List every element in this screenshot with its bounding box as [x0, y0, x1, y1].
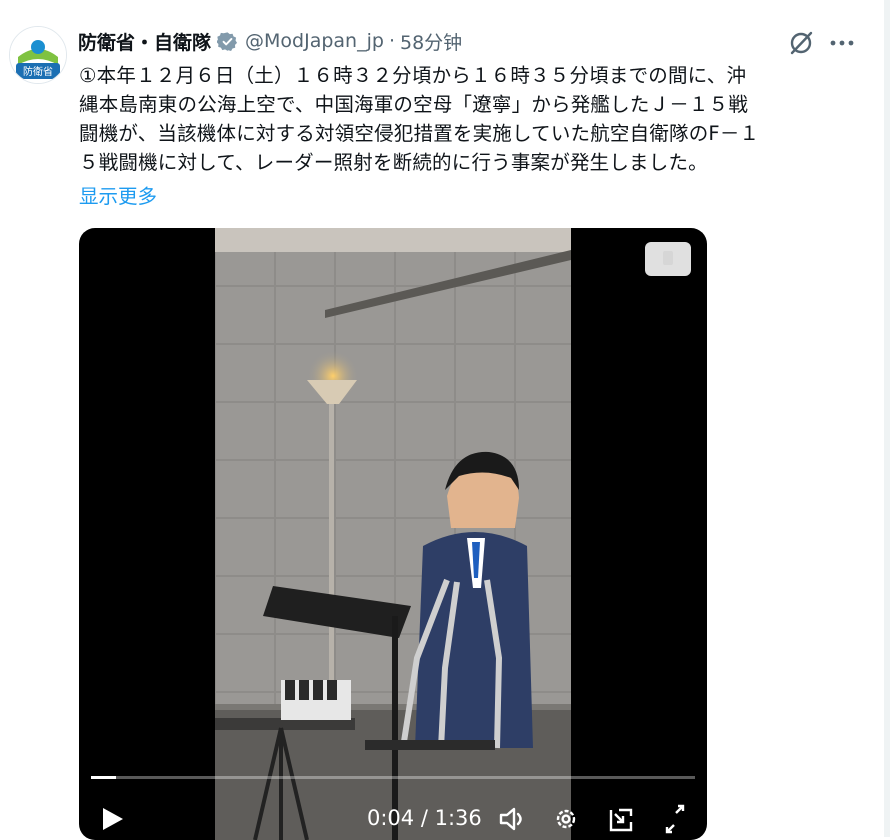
time-separator: / [420, 806, 435, 830]
tweet-card[interactable]: 防衛省 防衛省・自衛隊 @ModJapan_jp · 58分钟 ①本年１２月６日… [0, 0, 884, 840]
video-frame [215, 228, 571, 840]
author-handle[interactable]: @ModJapan_jp [245, 30, 384, 52]
watermark-icon [754, 796, 862, 818]
progress-fill [91, 776, 117, 779]
show-more-link[interactable]: 显示更多 [79, 180, 157, 209]
avatar-label: 防衛省 [23, 65, 53, 78]
grok-icon[interactable] [787, 29, 815, 57]
tweet-line: ５戦闘機に対して、レーダー照射を断続的に行う事案が発生しました。 [79, 151, 708, 174]
verified-icon [217, 31, 238, 51]
play-icon[interactable] [99, 802, 127, 836]
settings-icon[interactable] [552, 802, 580, 836]
video-controls: 0:04 / 1:36 [79, 802, 707, 840]
tweet-text: ①本年１２月６日（土）１６時３２分頃から１６時３５分頃までの間に、沖 縄本島南東… [79, 61, 859, 177]
more-icon[interactable] [828, 31, 856, 55]
pip-icon[interactable] [607, 802, 635, 836]
current-time: 0:04 [367, 806, 415, 830]
post-time[interactable]: 58分钟 [400, 28, 462, 55]
video-badge [645, 242, 691, 276]
time-display: 0:04 / 1:36 [367, 806, 482, 830]
tweet-line: 縄本島南東の公海上空で、中国海軍の空母「遼寧」から発艦したＪ－１５戦 [79, 93, 749, 116]
watermark [752, 794, 864, 824]
progress-track[interactable] [91, 776, 695, 779]
avatar[interactable]: 防衛省 [9, 26, 67, 84]
tweet-line: 闘機が、当該機体に対する対領空侵犯措置を実施していた航空自衛隊のF－１ [79, 122, 760, 145]
mod-logo-icon: 防衛省 [10, 27, 66, 83]
fullscreen-icon[interactable] [661, 802, 689, 836]
tweet-header: 防衛省・自衛隊 @ModJapan_jp · 58分钟 [78, 27, 462, 55]
display-name[interactable]: 防衛省・自衛隊 [78, 28, 211, 55]
dot-separator: · [388, 30, 395, 52]
volume-icon[interactable] [497, 802, 529, 836]
video-player[interactable]: 0:04 / 1:36 [79, 228, 707, 840]
duration: 1:36 [434, 806, 482, 830]
tweet-line: ①本年１２月６日（土）１６時３２分頃から１６時３５分頃までの間に、沖 [79, 64, 747, 87]
page-border [884, 0, 890, 837]
